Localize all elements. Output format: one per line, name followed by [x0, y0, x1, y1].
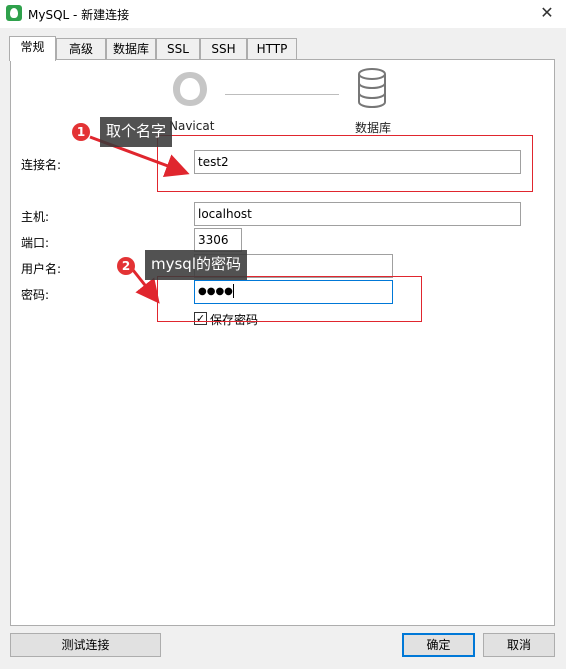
tab-general[interactable]: 常规 [9, 36, 56, 61]
annotation-badge-1: 1 [72, 123, 90, 141]
annotation-callout-2: mysql的密码 [145, 250, 247, 280]
annotation-arrows [89, 135, 190, 304]
annotation-callout-1: 取个名字 [100, 117, 173, 147]
annotation-badge-2: 2 [117, 257, 135, 275]
